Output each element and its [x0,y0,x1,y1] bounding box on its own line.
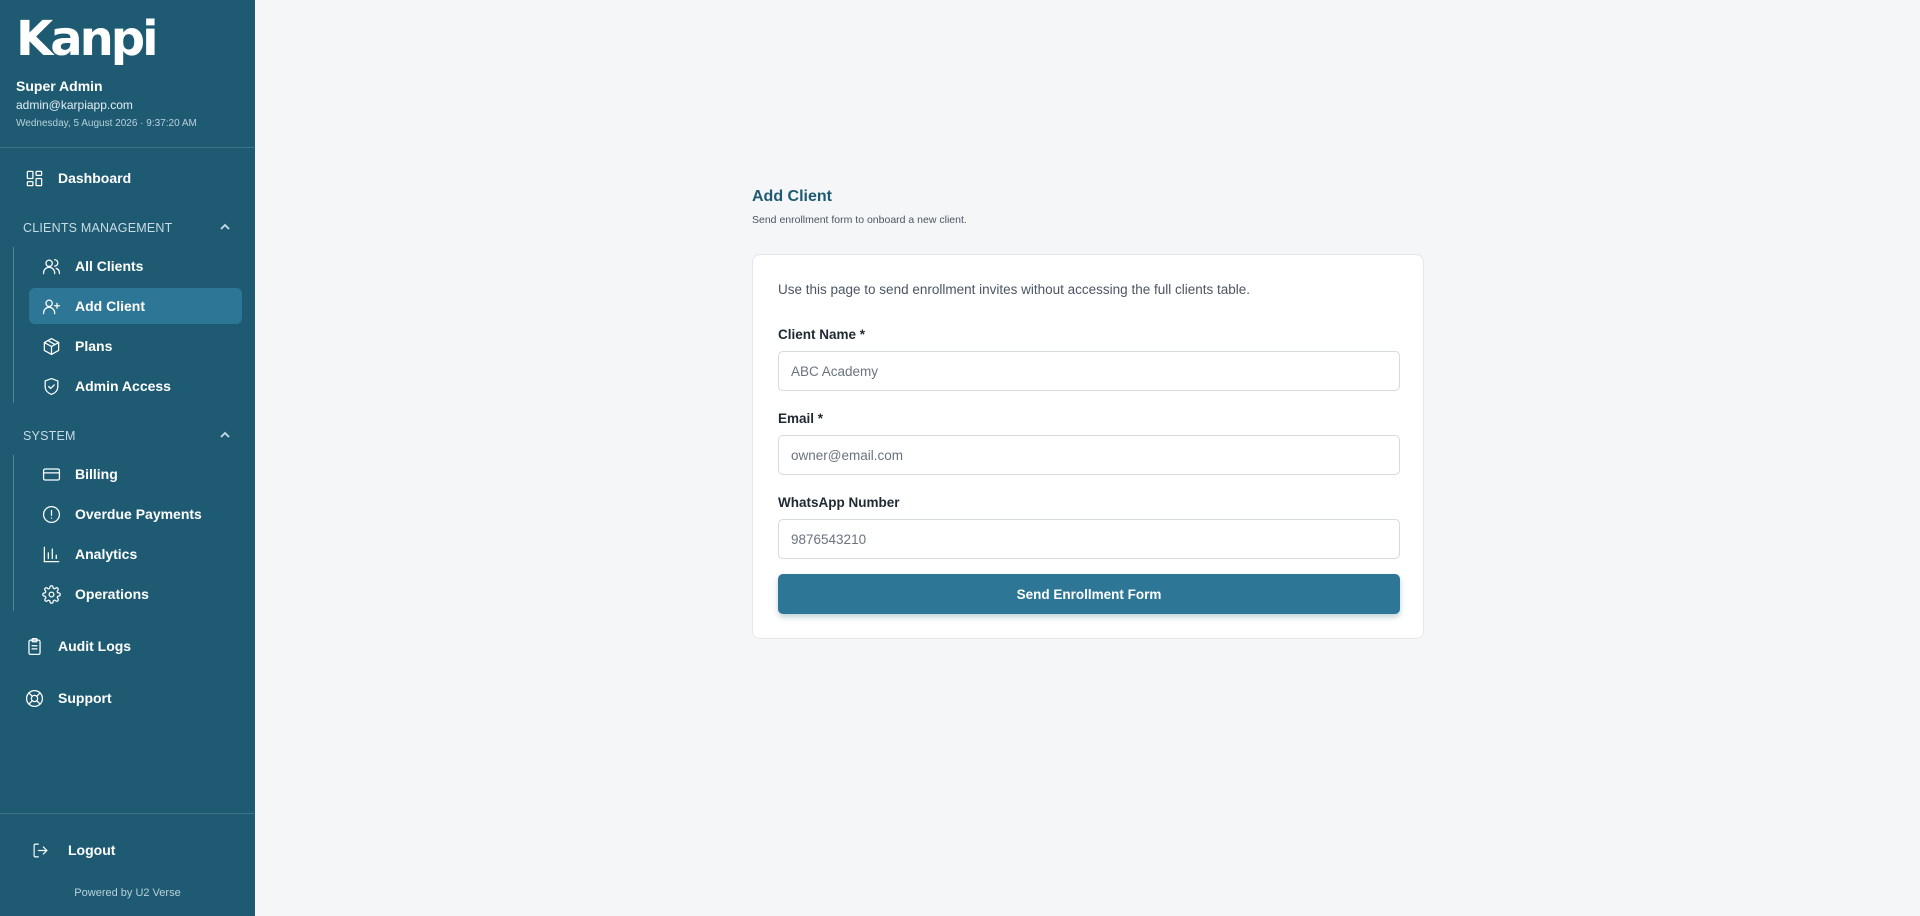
section-title: SYSTEM [23,429,76,443]
credit-card-icon [41,464,61,484]
sidebar-item-analytics[interactable]: Analytics [29,536,242,572]
section-rail [13,455,14,611]
whatsapp-label: WhatsApp Number [778,495,900,510]
client-name-label: Client Name * [778,327,866,342]
logout-button[interactable]: Logout [30,832,115,868]
sidebar-item-label: Operations [75,586,149,602]
section-toggle-system[interactable]: SYSTEM [23,427,231,445]
sidebar-item-audit-logs[interactable]: Audit Logs [24,628,240,664]
sidebar-item-label: Plans [75,338,113,354]
sidebar-item-label: Overdue Payments [75,506,202,522]
sidebar-item-dashboard[interactable]: Dashboard [24,160,240,196]
section-title: CLIENTS MANAGEMENT [23,221,173,235]
user-plus-icon [41,296,61,316]
chevron-up-icon [219,429,231,444]
sidebar-item-support[interactable]: Support [24,680,240,716]
clipboard-icon [24,636,44,656]
sidebar-item-label: All Clients [75,258,144,274]
sidebar-item-label: Add Client [75,298,145,314]
sidebar-divider [0,813,255,814]
sidebar-item-label: Audit Logs [58,638,132,654]
email-input[interactable] [778,435,1400,475]
users-icon [41,256,61,276]
user-name: Super Admin [16,78,103,94]
logout-label: Logout [68,842,116,858]
sidebar-item-label: Admin Access [75,378,171,394]
sidebar-item-label: Billing [75,466,118,482]
brand-logo[interactable]: Kanpi [16,14,159,64]
dashboard-icon [24,168,44,188]
sidebar-item-add-client[interactable]: Add Client [29,288,242,324]
sidebar-divider [0,147,255,148]
logout-icon [30,840,50,860]
whatsapp-input[interactable] [778,519,1400,559]
sidebar-item-label: Dashboard [58,170,132,186]
shield-check-icon [41,376,61,396]
send-enrollment-form-button[interactable]: Send Enrollment Form [778,574,1400,614]
page-subtitle: Send enrollment form to onboard a new cl… [752,214,967,226]
user-email: admin@karpiapp.com [16,98,133,112]
sidebar-item-billing[interactable]: Billing [29,456,242,492]
sidebar-item-admin-access[interactable]: Admin Access [29,368,242,404]
sidebar-item-operations[interactable]: Operations [29,576,242,612]
bar-chart-icon [41,544,61,564]
section-rail [13,247,14,403]
section-toggle-clients-management[interactable]: CLIENTS MANAGEMENT [23,219,231,237]
sidebar: Kanpi Super Admin admin@karpiapp.com Wed… [0,0,255,916]
current-datetime: Wednesday, 5 August 2026 · 9:37:20 AM [16,118,197,129]
client-name-input[interactable] [778,351,1400,391]
chevron-up-icon [219,221,231,236]
package-icon [41,336,61,356]
add-client-form-card: Use this page to send enrollment invites… [752,254,1424,639]
page-title: Add Client [752,188,832,205]
form-intro-text: Use this page to send enrollment invites… [778,282,1251,297]
email-label: Email * [778,411,824,426]
sidebar-item-label: Support [58,690,112,706]
sidebar-item-all-clients[interactable]: All Clients [29,248,242,284]
powered-by: Powered by U2 Verse [74,887,181,899]
sidebar-item-label: Analytics [75,546,138,562]
sidebar-item-plans[interactable]: Plans [29,328,242,364]
life-buoy-icon [24,688,44,708]
alert-circle-icon [41,504,61,524]
sidebar-item-overdue-payments[interactable]: Overdue Payments [29,496,242,532]
gear-icon [41,584,61,604]
